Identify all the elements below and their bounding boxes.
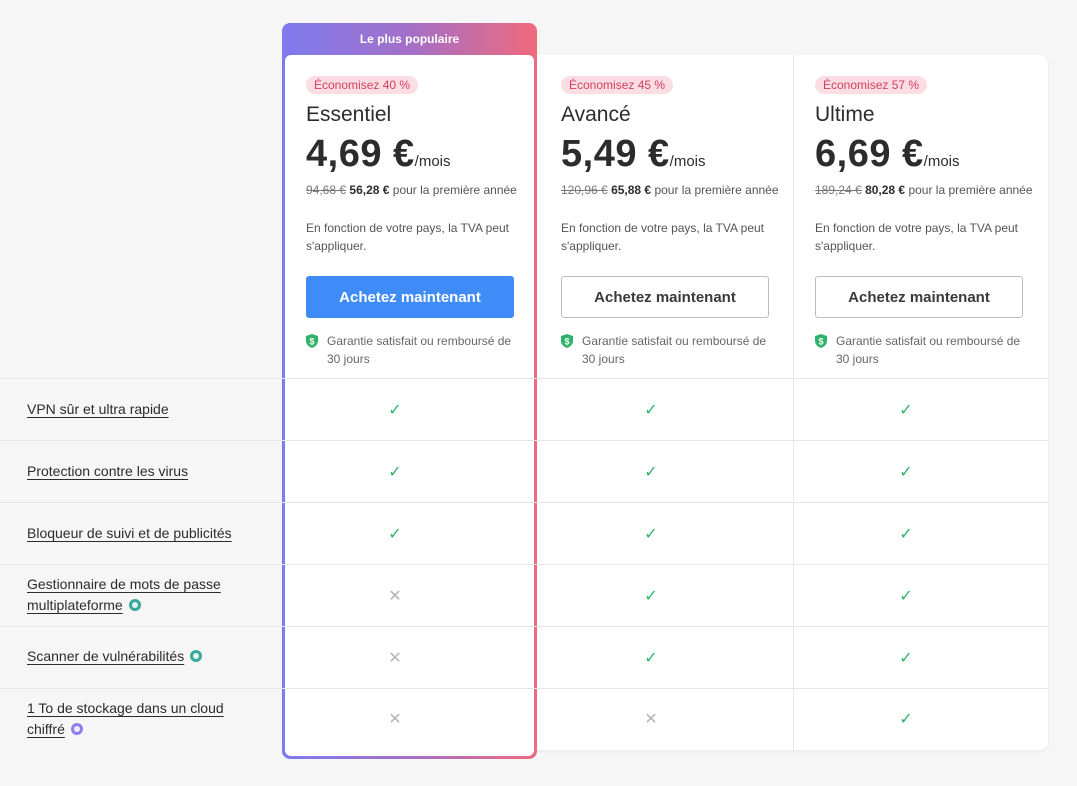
column-divider <box>793 55 794 750</box>
price: 5,49 € <box>561 133 670 175</box>
check-icon: ✓ <box>899 650 913 667</box>
row-divider <box>0 564 1048 565</box>
new-price: 80,28 € <box>865 183 906 197</box>
svg-text:$: $ <box>818 337 823 347</box>
feature-label-password-manager[interactable]: Gestionnaire de mots de passe multiplate… <box>27 574 237 616</box>
feature-label-cloud-storage[interactable]: 1 To de stockage dans un cloud chiffré <box>27 698 237 740</box>
price-period-text: pour la première année <box>392 183 517 197</box>
price-period: /mois <box>923 153 960 170</box>
plan-name: Avancé <box>561 103 631 126</box>
plan-name: Ultime <box>815 103 875 126</box>
feature-label-vulnerability-scanner[interactable]: Scanner de vulnérabilités <box>27 646 257 667</box>
feature-text: 1 To de stockage dans un cloud chiffré <box>27 700 224 737</box>
feature-text: Scanner de vulnérabilités <box>27 648 185 664</box>
price-row: 6,69 €/mois <box>815 133 960 176</box>
old-price: 120,96 € <box>561 183 608 197</box>
row-divider <box>0 626 1048 627</box>
guarantee-text: Garantie satisfait ou remboursé de 30 jo… <box>327 334 512 366</box>
vat-note: En fonction de votre pays, la TVA peut s… <box>815 221 1019 253</box>
check-icon: ✓ <box>388 402 402 419</box>
price: 6,69 € <box>815 133 924 175</box>
check-icon: ✓ <box>644 402 658 419</box>
price-period: /mois <box>669 153 706 170</box>
check-icon: ✓ <box>388 526 402 543</box>
cross-icon: ✕ <box>644 711 658 728</box>
feature-text: VPN sûr et ultra rapide <box>27 401 169 417</box>
feature-text: Gestionnaire de mots de passe multiplate… <box>27 576 221 613</box>
popular-label: Le plus populaire <box>359 32 460 46</box>
plan-name: Essentiel <box>306 103 392 126</box>
savings-badge: Économisez 40 % <box>306 76 419 94</box>
savings-badge: Économisez 57 % <box>815 76 928 94</box>
feature-label-vpn[interactable]: VPN sûr et ultra rapide <box>27 399 257 420</box>
savings-badge: Économisez 45 % <box>561 76 674 94</box>
check-icon: ✓ <box>644 588 658 605</box>
row-divider <box>0 688 1048 689</box>
old-price: 189,24 € <box>815 183 862 197</box>
old-price: 94,68 € <box>306 183 347 197</box>
check-icon: ✓ <box>388 464 402 481</box>
price-row: 5,49 €/mois <box>561 133 706 176</box>
price-period-text: pour la première année <box>654 183 779 197</box>
price-period: /mois <box>414 153 451 170</box>
check-icon: ✓ <box>644 650 658 667</box>
check-icon: ✓ <box>899 526 913 543</box>
svg-text:$: $ <box>309 337 314 347</box>
new-price: 65,88 € <box>611 183 652 197</box>
price-detail: 94,68 € 56,28 € pour la première année <box>306 181 526 199</box>
svg-text:$: $ <box>564 337 569 347</box>
buy-now-button[interactable]: Achetez maintenant <box>815 276 1023 318</box>
feature-label-tracker-blocker[interactable]: Bloqueur de suivi et de publicités <box>27 523 257 544</box>
row-divider <box>0 378 1048 379</box>
price-detail: 120,96 € 65,88 € pour la première année <box>561 181 781 199</box>
cross-icon: ✕ <box>388 588 402 605</box>
guarantee-text: Garantie satisfait ou remboursé de 30 jo… <box>582 334 767 366</box>
scanner-icon <box>190 650 203 662</box>
cross-icon: ✕ <box>388 711 402 728</box>
check-icon: ✓ <box>899 402 913 419</box>
cross-icon: ✕ <box>388 650 402 667</box>
check-icon: ✓ <box>644 526 658 543</box>
check-icon: ✓ <box>899 711 913 728</box>
cloud-storage-icon <box>70 723 83 735</box>
price-row: 4,69 €/mois <box>306 133 451 176</box>
check-icon: ✓ <box>644 464 658 481</box>
row-divider <box>0 440 1048 441</box>
new-price: 56,28 € <box>349 183 390 197</box>
check-icon: ✓ <box>899 588 913 605</box>
row-divider <box>0 502 1048 503</box>
feature-text: Protection contre les virus <box>27 463 189 479</box>
password-manager-icon <box>128 599 141 611</box>
shield-dollar-icon: $ <box>561 334 573 348</box>
shield-dollar-icon: $ <box>815 334 827 348</box>
buy-now-button[interactable]: Achetez maintenant <box>561 276 769 318</box>
feature-text: Bloqueur de suivi et de publicités <box>27 525 232 541</box>
feature-label-antivirus[interactable]: Protection contre les virus <box>27 461 257 482</box>
vat-note: En fonction de votre pays, la TVA peut s… <box>561 221 765 253</box>
price-period-text: pour la première année <box>908 183 1033 197</box>
check-icon: ✓ <box>899 464 913 481</box>
vat-note: En fonction de votre pays, la TVA peut s… <box>306 221 510 253</box>
guarantee-text: Garantie satisfait ou remboursé de 30 jo… <box>836 334 1021 366</box>
buy-now-button[interactable]: Achetez maintenant <box>306 276 514 318</box>
price-detail: 189,24 € 80,28 € pour la première année <box>815 181 1035 199</box>
shield-dollar-icon: $ <box>306 334 318 348</box>
price: 4,69 € <box>306 133 415 175</box>
